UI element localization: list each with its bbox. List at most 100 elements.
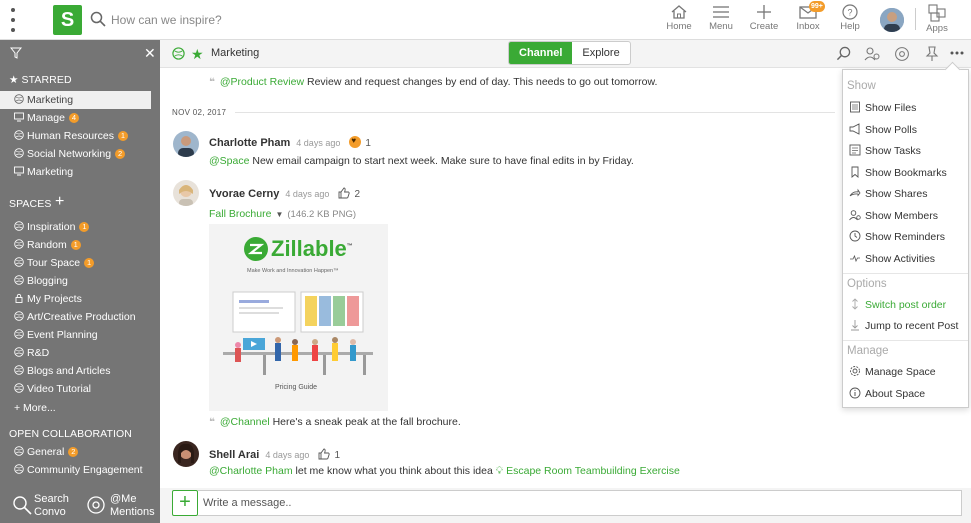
close-sidebar-icon[interactable]: ✕ (144, 45, 156, 62)
menu-item-show-shares[interactable]: Show Shares (849, 185, 967, 203)
globe-icon (14, 130, 24, 140)
search-icon (90, 11, 106, 27)
mention-link[interactable]: @Space (209, 155, 249, 167)
attachment-thumbnail[interactable]: Zillable™ Make Work and Innovation Happe… (209, 224, 388, 411)
menu-button[interactable]: Menu (705, 2, 737, 38)
create-button[interactable]: Create (746, 2, 782, 38)
menu-label: Menu (709, 21, 733, 32)
space-header: ★ Marketing Channel Explore (160, 40, 971, 68)
menu-item-show-files[interactable]: Show Files (849, 99, 967, 117)
globe-icon (14, 148, 24, 158)
search-convo-icon (13, 496, 32, 515)
sidebar-item-community-engagement[interactable]: Community Engagement (0, 461, 151, 479)
sidebar-item-manage[interactable]: Manage 4 (0, 109, 151, 127)
space-options-menu: Show Show Files Show Polls Show Tasks Sh… (842, 69, 969, 408)
hamburger-icon (713, 6, 729, 18)
sidebar-item-marketing[interactable]: Marketing (0, 91, 151, 109)
sidebar-item-marketing-2[interactable]: Marketing (0, 163, 151, 181)
post-author: Yvorae Cerny 4 days ago 2 (209, 187, 360, 200)
reaction-count: 1 (365, 138, 371, 149)
menu-divider (843, 273, 968, 274)
home-button[interactable]: Home (662, 2, 696, 38)
avatar-shell-icon (173, 441, 199, 467)
inbox-badge: 99+ (809, 1, 825, 12)
sidebar-item-blogs-articles[interactable]: Blogs and Articles (0, 362, 151, 380)
clock-icon (849, 230, 861, 242)
menu-item-show-bookmarks[interactable]: Show Bookmarks (849, 164, 967, 182)
sidebar-item-tour-space[interactable]: Tour Space 1 (0, 254, 151, 272)
menu-item-show-reminders[interactable]: Show Reminders (849, 228, 967, 246)
sidebar-item-my-projects[interactable]: My Projects (0, 290, 151, 308)
sidebar-item-rnd[interactable]: R&D (0, 344, 151, 362)
avatar[interactable] (173, 180, 199, 206)
mention-link[interactable]: @Product Review (220, 76, 304, 88)
caret-down-icon[interactable]: ▼ (275, 210, 283, 219)
pin-icon[interactable] (925, 46, 939, 62)
brochure-illustration (223, 291, 373, 375)
menu-item-show-tasks[interactable]: Show Tasks (849, 142, 967, 160)
tab-channel[interactable]: Channel (509, 42, 573, 64)
sidebar-item-video-tutorial[interactable]: Video Tutorial (0, 380, 151, 398)
menu-item-show-polls[interactable]: Show Polls (849, 121, 967, 139)
menu-item-manage-space[interactable]: Manage Space (849, 363, 967, 381)
search-icon[interactable] (836, 46, 851, 61)
inbox-button[interactable]: 99+ Inbox (790, 1, 826, 38)
menu-section-show: Show (847, 80, 876, 92)
sidebar-item-inspiration[interactable]: Inspiration 1 (0, 218, 151, 236)
help-button[interactable]: ? Help (835, 2, 865, 38)
mention-link[interactable]: @Channel (220, 416, 270, 428)
more-options-icon[interactable] (950, 51, 964, 55)
mention-link[interactable]: @Charlotte Pham (209, 465, 293, 477)
sidebar-badge: 1 (79, 222, 90, 232)
globe-icon (14, 446, 24, 456)
thumbs-up-icon[interactable] (338, 187, 351, 199)
avatar[interactable] (173, 441, 199, 467)
menu-item-show-members[interactable]: Show Members (849, 207, 967, 225)
thumbs-up-icon[interactable] (318, 448, 331, 460)
menu-item-switch-post-order[interactable]: Switch post order (849, 296, 967, 314)
sidebar-item-event-planning[interactable]: Event Planning (0, 326, 151, 344)
menu-item-show-activities[interactable]: Show Activities (849, 250, 967, 268)
plus-icon (757, 5, 771, 19)
post-time: 4 days ago (285, 189, 330, 199)
add-space-button[interactable]: + (55, 194, 64, 210)
lock-icon (15, 293, 23, 303)
sidebar-item-social-networking[interactable]: Social Networking 2 (0, 145, 151, 163)
star-icon[interactable]: ★ (191, 46, 204, 63)
menu-section-manage: Manage (847, 345, 889, 357)
sidebar-more-link[interactable]: + More... (0, 399, 151, 417)
user-avatar[interactable] (880, 8, 904, 32)
tab-explore[interactable]: Explore (572, 42, 629, 64)
globe-icon (14, 383, 24, 393)
apps-button[interactable]: Apps (922, 2, 952, 38)
filter-icon[interactable] (10, 47, 22, 59)
sidebar-item-random[interactable]: Random 1 (0, 236, 151, 254)
sidebar-item-human-resources[interactable]: Human Resources 1 (0, 127, 151, 145)
thumbnail-tagline: Make Work and Innovation Happen™ (247, 268, 339, 274)
app-logo[interactable]: S (53, 5, 82, 35)
menu-item-about-space[interactable]: About Space (849, 385, 967, 403)
globe-icon (14, 257, 24, 267)
menu-item-jump-to-recent[interactable]: Jump to recent Post (849, 317, 967, 335)
quote-icon: ❝ (209, 417, 215, 428)
app-menu-dots-icon[interactable] (9, 8, 17, 32)
sidebar-item-art-creative[interactable]: Art/Creative Production (0, 308, 151, 326)
at-sign-icon[interactable] (894, 46, 910, 62)
sidebar-item-general[interactable]: General 2 (0, 443, 151, 461)
sidebar-item-blogging[interactable]: Blogging (0, 272, 151, 290)
members-icon[interactable] (864, 46, 880, 61)
idea-link[interactable]: Escape Room Teambuilding Exercise (506, 465, 680, 477)
search-input[interactable] (111, 11, 411, 29)
top-bar: S Home Menu Create 99+ Inbox ? Help Apps (0, 0, 971, 40)
attachment-size: (146.2 KB PNG) (287, 209, 357, 220)
heart-reaction-icon[interactable]: ♥ (349, 136, 362, 148)
home-label: Home (666, 21, 692, 32)
spaces-section-title: SPACES (9, 198, 52, 210)
add-attachment-button[interactable]: + (172, 490, 198, 516)
avatar[interactable] (173, 131, 199, 157)
bookmark-icon (851, 166, 859, 178)
date-separator: NOV 02, 2017 (172, 108, 227, 117)
message-input[interactable] (198, 490, 962, 516)
attachment-link[interactable]: Fall Brochure ▼ (146.2 KB PNG) (209, 208, 356, 220)
space-title: Marketing (211, 47, 260, 59)
